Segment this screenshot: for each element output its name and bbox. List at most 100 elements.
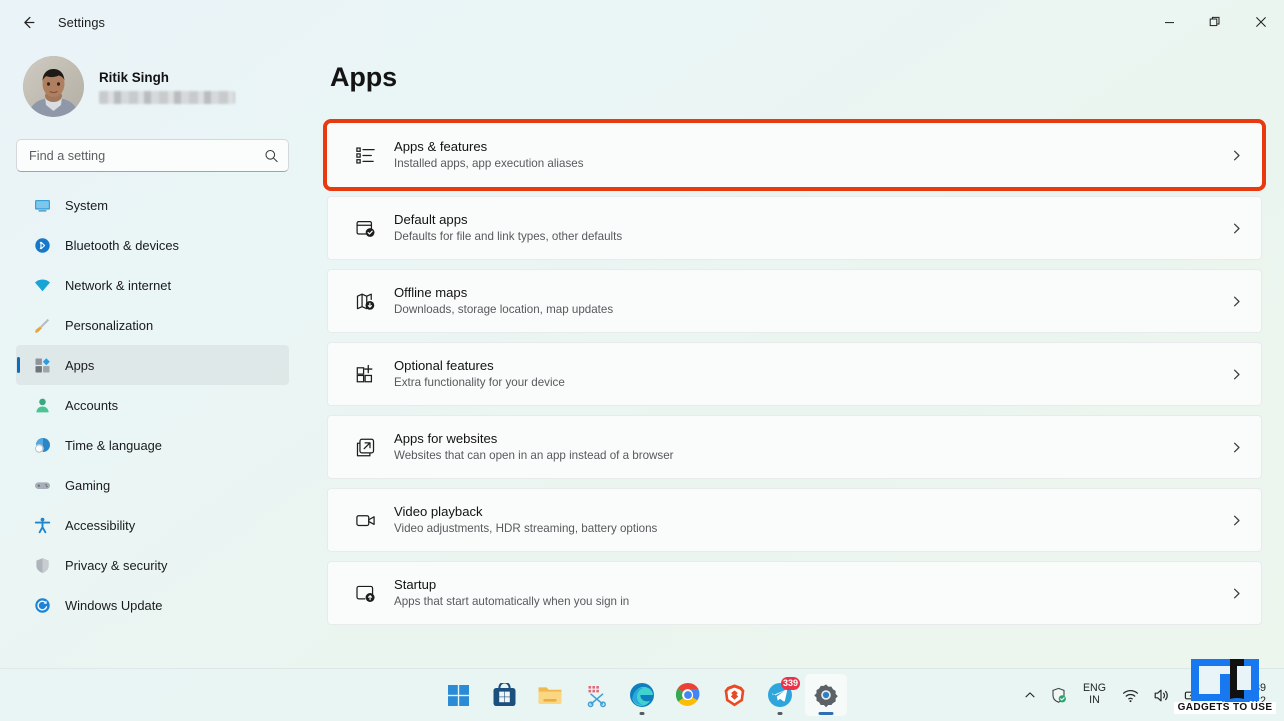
language-bottom: IN [1089, 694, 1100, 706]
profile-card[interactable]: Ritik Singh [16, 44, 289, 127]
settings-taskbar-button[interactable] [805, 674, 847, 716]
clock-date: 3/26/2022 [1217, 695, 1266, 707]
back-arrow-icon [23, 16, 34, 28]
tray-overflow-button[interactable] [1017, 674, 1043, 716]
minimize-button[interactable] [1146, 0, 1192, 44]
card-title: Optional features [394, 358, 494, 374]
chevron-right-icon [1230, 368, 1243, 381]
gear-icon [814, 684, 838, 708]
startup-power-icon [354, 582, 376, 604]
sidebar-item-system[interactable]: System [16, 185, 289, 225]
close-button[interactable] [1238, 0, 1284, 44]
file-explorer-button[interactable] [529, 674, 571, 716]
tray-security-button[interactable] [1043, 674, 1074, 716]
sidebar-item-label: Apps [65, 357, 95, 373]
main-content: Apps Apps & features Installed apps, app… [305, 44, 1284, 668]
microsoft-store-button[interactable] [483, 674, 525, 716]
external-link-icon [354, 436, 376, 458]
sidebar-item-personalization[interactable]: Personalization [16, 305, 289, 345]
tray-volume-button[interactable] [1146, 674, 1177, 716]
edge-icon [630, 683, 654, 707]
sidebar-item-label: Time & language [65, 437, 162, 453]
card-video-playback[interactable]: Video playback Video adjustments, HDR st… [327, 488, 1262, 552]
microsoft-edge-button[interactable] [621, 674, 663, 716]
card-startup[interactable]: Startup Apps that start automatically wh… [327, 561, 1262, 625]
chevron-right-icon [1230, 149, 1243, 162]
sidebar-item-label: Privacy & security [65, 557, 168, 573]
sidebar-item-accounts[interactable]: Accounts [16, 385, 289, 425]
card-text: Offline maps Downloads, storage location… [394, 285, 613, 316]
back-button[interactable] [10, 6, 46, 38]
sidebar-item-label: Windows Update [65, 597, 163, 613]
sidebar-item-label: Accounts [65, 397, 119, 413]
title-bar: Settings [0, 0, 1284, 44]
start-button[interactable] [437, 674, 479, 716]
card-default-apps[interactable]: Default apps Defaults for file and link … [327, 196, 1262, 260]
shield-icon [34, 557, 51, 574]
card-optional-features[interactable]: Optional features Extra functionality fo… [327, 342, 1262, 406]
tray-language-button[interactable]: ENG IN [1074, 674, 1115, 716]
speaker-icon [1154, 689, 1168, 701]
monitor-icon [34, 197, 51, 214]
sidebar-item-privacy-security[interactable]: Privacy & security [16, 545, 289, 585]
folder-icon [538, 687, 562, 704]
brave-lion-icon [724, 683, 744, 706]
accessibility-icon [34, 517, 51, 534]
windows-start-icon [447, 684, 469, 706]
bluetooth-icon [34, 237, 51, 254]
tray-clock[interactable]: 16:39 3/26/2022 [1210, 674, 1276, 716]
gamepad-icon [34, 477, 51, 494]
card-title: Video playback [394, 504, 483, 520]
window-title: Settings [58, 14, 106, 30]
update-refresh-icon [34, 597, 51, 614]
close-icon [1256, 17, 1266, 27]
brave-browser-button[interactable] [713, 674, 755, 716]
tray-battery-button[interactable] [1177, 674, 1210, 716]
search-container [16, 139, 289, 172]
map-download-icon [354, 290, 376, 312]
paintbrush-icon [34, 317, 51, 334]
card-offline-maps[interactable]: Offline maps Downloads, storage location… [327, 269, 1262, 333]
card-title: Startup [394, 577, 437, 593]
tray-wifi-button[interactable] [1115, 674, 1146, 716]
sidebar-item-gaming[interactable]: Gaming [16, 465, 289, 505]
maximize-button[interactable] [1192, 0, 1238, 44]
clock-time: 16:39 [1238, 681, 1266, 694]
card-apps-for-websites[interactable]: Apps for websites Websites that can open… [327, 415, 1262, 479]
sidebar-item-network-internet[interactable]: Network & internet [16, 265, 289, 305]
card-title: Apps for websites [394, 431, 498, 447]
sidebar-item-label: Gaming [65, 477, 111, 493]
card-apps-and-features[interactable]: Apps & features Installed apps, app exec… [323, 119, 1266, 191]
card-text: Default apps Defaults for file and link … [394, 212, 622, 243]
sidebar-item-windows-update[interactable]: Windows Update [16, 585, 289, 625]
sidebar-item-accessibility[interactable]: Accessibility [16, 505, 289, 545]
card-title: Apps & features [394, 139, 488, 155]
google-chrome-button[interactable] [667, 674, 709, 716]
card-text: Apps for websites Websites that can open… [394, 431, 674, 462]
search-input[interactable] [16, 139, 289, 172]
chevron-right-icon [1230, 295, 1243, 308]
avatar-photo-icon [23, 56, 84, 117]
sidebar-item-time-language[interactable]: Time & language [16, 425, 289, 465]
sidebar-item-label: Bluetooth & devices [65, 237, 179, 253]
system-tray: ENG IN 16:39 3/26/2022 [1017, 669, 1276, 721]
chevron-right-icon [1230, 587, 1243, 600]
card-text: Optional features Extra functionality fo… [394, 358, 565, 389]
restore-icon [1209, 16, 1220, 27]
chevron-up-icon [1025, 692, 1035, 698]
store-bag-icon [493, 682, 515, 706]
sidebar: Ritik Singh Find a setting System Blueto… [0, 44, 305, 668]
sidebar-item-label: Personalization [65, 317, 154, 333]
sidebar-item-bluetooth-devices[interactable]: Bluetooth & devices [16, 225, 289, 265]
minimize-icon [1164, 21, 1174, 23]
sidebar-item-label: System [65, 197, 108, 213]
profile-name: Ritik Singh [99, 69, 169, 85]
sidebar-item-label: Network & internet [65, 277, 172, 293]
telegram-button[interactable]: 339 [759, 674, 801, 716]
notification-badge: 339 [780, 677, 800, 690]
snipping-tool-button[interactable] [575, 674, 617, 716]
card-text: Video playback Video adjustments, HDR st… [394, 504, 657, 535]
sidebar-item-apps[interactable]: Apps [16, 345, 289, 385]
card-subtitle: Websites that can open in an app instead… [394, 449, 674, 463]
security-shield-icon [1052, 687, 1066, 703]
